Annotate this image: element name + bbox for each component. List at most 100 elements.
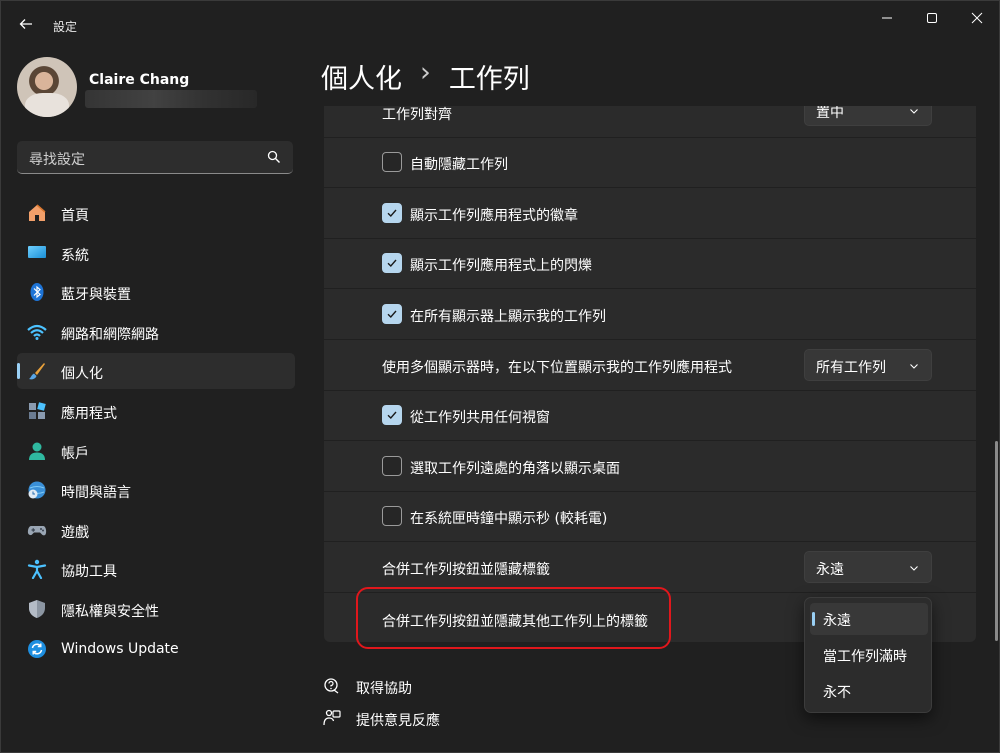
setting-label: 工作列對齊 xyxy=(382,107,452,123)
sidebar-item-label: 時間與語言 xyxy=(61,485,131,502)
sidebar-item-label: 帳戶 xyxy=(61,445,89,462)
minimize-icon xyxy=(882,17,892,19)
setting-row-combine: 合併工作列按鈕並隱藏標籤 永遠 xyxy=(324,543,976,593)
setting-label: 從工作列共用任何視窗 xyxy=(410,410,550,426)
feedback-link[interactable]: 提供意見反應 xyxy=(323,709,440,729)
sidebar-item-label: 網路和網際網路 xyxy=(61,326,159,343)
get-help-link[interactable]: 取得協助 xyxy=(323,677,412,697)
breadcrumb-parent[interactable]: 個人化 xyxy=(321,57,402,96)
page-title: 工作列 xyxy=(448,64,530,95)
user-email-redacted xyxy=(85,90,257,108)
app-title: 設定 xyxy=(53,20,78,34)
menu-option-when-full[interactable]: 當工作列滿時 xyxy=(810,639,928,671)
checkmark-icon xyxy=(387,310,397,319)
sidebar-item-label: 個人化 xyxy=(61,366,103,383)
auto-hide-checkbox[interactable] xyxy=(382,152,402,172)
breadcrumb-separator: › xyxy=(420,57,431,88)
back-arrow-icon xyxy=(19,19,32,29)
setting-row-far-corner[interactable]: 選取工作列遠處的角落以顯示桌面 xyxy=(324,442,976,492)
setting-row-all-displays[interactable]: 在所有顯示器上顯示我的工作列 xyxy=(324,290,976,340)
sidebar-item-time-language[interactable]: 時間與語言 xyxy=(17,472,295,508)
highlight-annotation xyxy=(356,587,671,649)
back-button[interactable] xyxy=(13,11,39,37)
scrollbar[interactable] xyxy=(995,441,998,641)
setting-row-show-seconds[interactable]: 在系統匣時鐘中顯示秒 (較耗電) xyxy=(324,492,976,542)
setting-row-share-window[interactable]: 從工作列共用任何視窗 xyxy=(324,391,976,441)
title-bar: 設定 xyxy=(1,1,1000,49)
taskbar-behaviors-panel: 工作列對齊 置中 自動隱藏工作列 顯示工作列應用程式的徽章 顯示工作列應用程式上… xyxy=(324,106,976,642)
menu-option-always[interactable]: 永遠 xyxy=(810,603,928,635)
maximize-icon xyxy=(927,13,937,23)
search-input[interactable]: 尋找設定 xyxy=(29,149,85,169)
maximize-button[interactable] xyxy=(915,7,949,29)
sidebar-item-personalization[interactable]: 個人化 xyxy=(17,353,295,390)
share-window-checkbox[interactable] xyxy=(382,405,402,425)
sidebar-item-label: 應用程式 xyxy=(61,405,117,422)
avatar[interactable] xyxy=(17,57,77,117)
setting-label: 自動隱藏工作列 xyxy=(410,157,508,173)
monitor-icon xyxy=(27,243,47,263)
sidebar-item-apps[interactable]: 應用程式 xyxy=(17,393,295,429)
setting-label: 合併工作列按鈕並隱藏標籤 xyxy=(382,562,550,578)
far-corner-checkbox[interactable] xyxy=(382,456,402,476)
setting-label: 在所有顯示器上顯示我的工作列 xyxy=(410,309,606,325)
setting-label: 在系統匣時鐘中顯示秒 (較耗電) xyxy=(410,511,608,527)
help-chat-icon xyxy=(323,677,341,695)
setting-row-show-badges[interactable]: 顯示工作列應用程式的徽章 xyxy=(324,189,976,239)
setting-row-alignment: 工作列對齊 置中 xyxy=(324,106,976,138)
menu-option-label: 永不 xyxy=(823,685,851,701)
sidebar-item-network[interactable]: 網路和網際網路 xyxy=(17,314,295,350)
combine-dropdown[interactable]: 永遠 xyxy=(804,551,932,583)
all-displays-checkbox[interactable] xyxy=(382,304,402,324)
sidebar-item-windows-update[interactable]: Windows Update xyxy=(17,631,295,667)
sidebar-item-bluetooth[interactable]: 藍牙與裝置 xyxy=(17,274,295,310)
dropdown-value: 置中 xyxy=(816,106,844,121)
alignment-dropdown[interactable]: 置中 xyxy=(804,106,932,126)
sidebar-item-accounts[interactable]: 帳戶 xyxy=(17,433,295,469)
menu-option-never[interactable]: 永不 xyxy=(810,675,928,707)
bluetooth-icon xyxy=(27,282,47,302)
selected-indicator xyxy=(812,612,815,626)
sidebar-item-system[interactable]: 系統 xyxy=(17,235,295,271)
setting-label: 顯示工作列應用程式的徽章 xyxy=(410,208,578,224)
brush-icon xyxy=(27,361,47,381)
show-badges-checkbox[interactable] xyxy=(382,203,402,223)
accessibility-icon xyxy=(27,559,47,580)
chevron-down-icon xyxy=(910,109,918,114)
sidebar-item-home[interactable]: 首頁 xyxy=(17,195,295,231)
sidebar-item-accessibility[interactable]: 協助工具 xyxy=(17,551,295,587)
checkmark-icon xyxy=(387,411,397,420)
search-icon[interactable] xyxy=(267,150,281,164)
minimize-button[interactable] xyxy=(870,7,904,29)
sidebar-item-label: 藍牙與裝置 xyxy=(61,287,131,304)
setting-row-show-flashing[interactable]: 顯示工作列應用程式上的閃爍 xyxy=(324,239,976,289)
dropdown-value: 永遠 xyxy=(816,562,844,578)
search-box[interactable]: 尋找設定 xyxy=(17,141,293,174)
feedback-icon xyxy=(323,709,341,727)
home-icon xyxy=(27,203,47,223)
multi-display-dropdown[interactable]: 所有工作列 xyxy=(804,349,932,381)
chevron-down-icon xyxy=(910,364,918,369)
menu-option-label: 永遠 xyxy=(823,613,851,629)
settings-window: 設定 Claire Chang 尋找設定 首頁 系統 藍牙與裝置 網路和網際網路… xyxy=(0,0,1000,753)
close-button[interactable] xyxy=(960,7,994,29)
globe-clock-icon xyxy=(27,480,47,500)
setting-row-auto-hide[interactable]: 自動隱藏工作列 xyxy=(324,138,976,188)
chevron-down-icon xyxy=(910,566,918,571)
checkmark-icon xyxy=(387,259,397,268)
user-name: Claire Chang xyxy=(89,72,190,88)
get-help-label: 取得協助 xyxy=(356,681,412,697)
apps-icon xyxy=(27,401,47,421)
setting-label: 使用多個顯示器時，在以下位置顯示我的工作列應用程式 xyxy=(382,360,732,376)
setting-row-multi-display: 使用多個顯示器時，在以下位置顯示我的工作列應用程式 所有工作列 xyxy=(324,341,976,391)
shield-icon xyxy=(27,599,47,619)
show-seconds-checkbox[interactable] xyxy=(382,506,402,526)
show-flashing-checkbox[interactable] xyxy=(382,253,402,273)
wifi-icon xyxy=(27,322,47,342)
close-icon xyxy=(971,12,983,24)
sidebar-item-privacy-security[interactable]: 隱私權與安全性 xyxy=(17,591,295,627)
checkmark-icon xyxy=(387,209,397,218)
gamepad-icon xyxy=(27,520,47,540)
account-icon xyxy=(27,441,47,461)
sidebar-item-gaming[interactable]: 遊戲 xyxy=(17,512,295,548)
